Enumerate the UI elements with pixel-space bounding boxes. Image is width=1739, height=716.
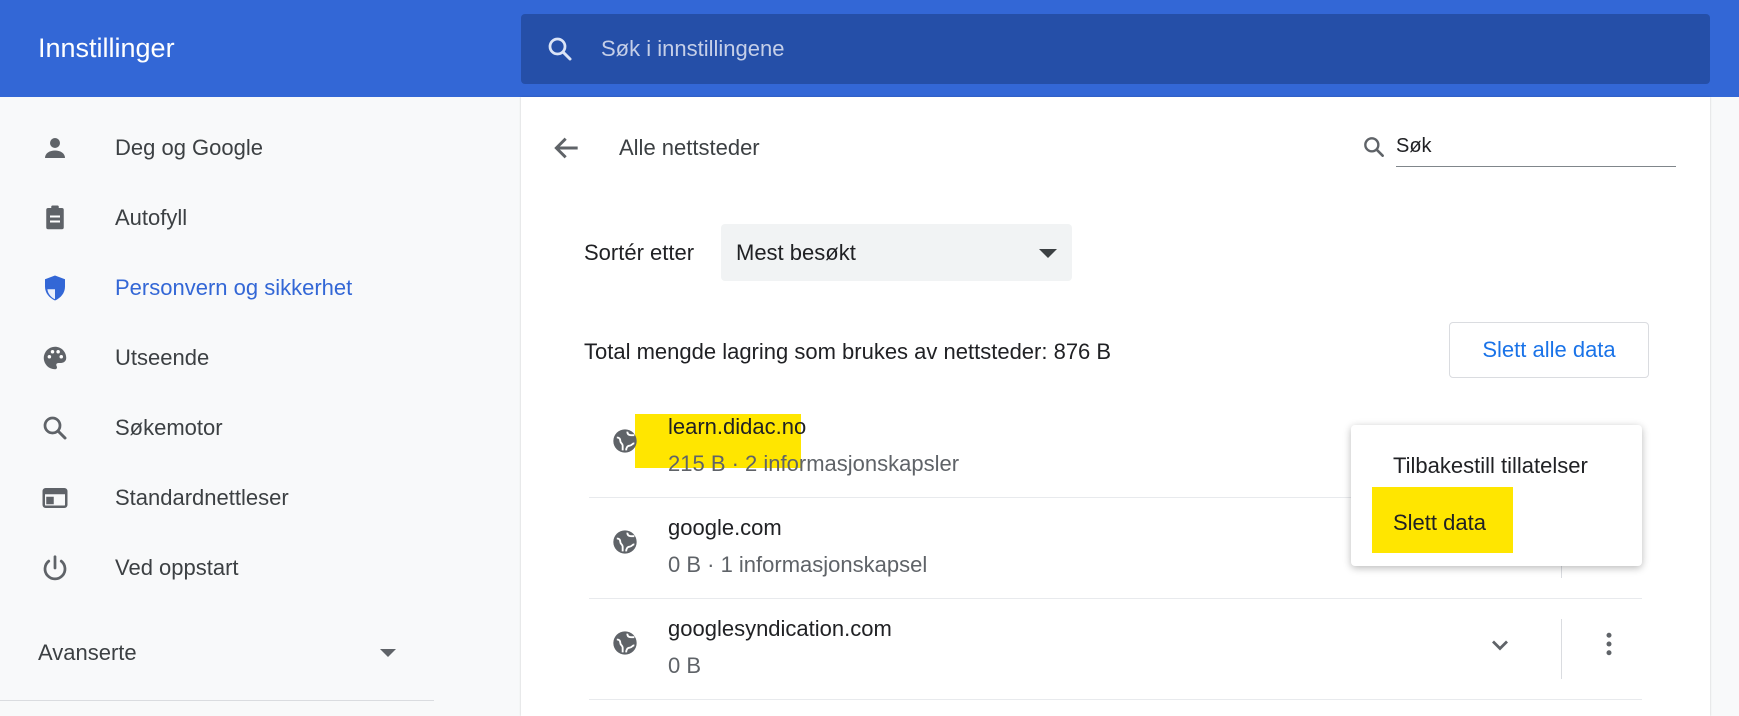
sort-dropdown[interactable]: Mest besøkt (721, 224, 1072, 281)
clear-all-data-button[interactable]: Slett alle data (1449, 322, 1649, 378)
site-name: google.com (668, 515, 782, 540)
sidebar-item-default-browser[interactable]: Standardnettleser (0, 467, 500, 527)
sidebar-item-on-startup[interactable]: Ved oppstart (0, 537, 500, 597)
top-bar: Innstillinger Søk i innstillingene (0, 0, 1739, 97)
sidebar-item-you-and-google[interactable]: Deg og Google (0, 117, 500, 177)
sidebar-item-search-engine[interactable]: Søkemotor (0, 397, 500, 457)
search-icon (548, 37, 572, 61)
sidebar-item-label: Utseende (115, 345, 210, 370)
browser-window-icon (42, 488, 68, 508)
section-title: Alle nettsteder (619, 135, 760, 160)
menu-item-reset-permissions[interactable]: Tilbakestill tillatelser (1393, 453, 1588, 479)
sidebar-item-label: Personvern og sikkerhet (115, 275, 353, 300)
divider (1561, 619, 1562, 679)
sidebar-item-label: Standardnettleser (115, 485, 289, 510)
globe-icon (613, 429, 637, 453)
sidebar-item-appearance[interactable]: Utseende (0, 327, 500, 387)
menu-item-clear-data[interactable]: Slett data (1393, 510, 1486, 536)
search-icon (43, 416, 67, 440)
palette-icon (43, 346, 67, 370)
advanced-toggle[interactable]: Avanserte (38, 640, 137, 666)
divider (589, 699, 1642, 700)
search-placeholder: Søk i innstillingene (601, 36, 785, 61)
sidebar-item-label: Deg og Google (115, 135, 263, 160)
sidebar-item-label: Autofyll (115, 205, 188, 230)
back-arrow-icon[interactable] (551, 132, 583, 164)
shield-icon (45, 275, 65, 301)
site-row[interactable]: googlesyndication.com 0 B (589, 599, 1642, 700)
chevron-down-icon[interactable] (380, 649, 396, 657)
more-vert-icon[interactable] (1594, 629, 1624, 659)
sidebar-item-label: Søkemotor (115, 415, 223, 440)
divider (0, 700, 434, 701)
settings-search-input[interactable]: Søk i innstillingene (521, 14, 1710, 84)
page-title: Innstillinger (38, 33, 175, 63)
all-sites-panel: Alle nettsteder Søk Sortér etter Mest be… (521, 97, 1710, 716)
clipboard-icon (46, 205, 64, 230)
site-name: learn.didac.no (668, 414, 807, 439)
site-storage-info: 215 B · 2 informasjonskapsler (668, 451, 960, 476)
person-icon (45, 138, 65, 158)
sidebar: Deg og Google Autofyll Personvern og sik… (0, 97, 520, 716)
site-actions-menu: Tilbakestill tillatelser Slett data (1351, 425, 1642, 566)
sidebar-item-autofill[interactable]: Autofyll (0, 187, 500, 247)
sort-selected-value: Mest besøkt (736, 240, 856, 265)
site-name: googlesyndication.com (668, 616, 892, 641)
total-storage-text: Total mengde lagring som brukes av netts… (584, 339, 1112, 364)
search-icon (1364, 137, 1384, 157)
site-storage-info: 0 B · 1 informasjonskapsel (668, 552, 928, 577)
dropdown-arrow-icon (1039, 249, 1057, 258)
site-storage-info: 0 B (668, 653, 702, 678)
globe-icon (613, 530, 637, 554)
site-filter-input[interactable]: Søk (1396, 127, 1676, 167)
sidebar-item-label: Ved oppstart (115, 555, 239, 580)
sort-label: Sortér etter (584, 240, 695, 265)
globe-icon (613, 631, 637, 655)
power-icon (43, 555, 67, 581)
chevron-down-icon[interactable] (1486, 631, 1514, 659)
sidebar-item-privacy[interactable]: Personvern og sikkerhet (0, 257, 500, 317)
